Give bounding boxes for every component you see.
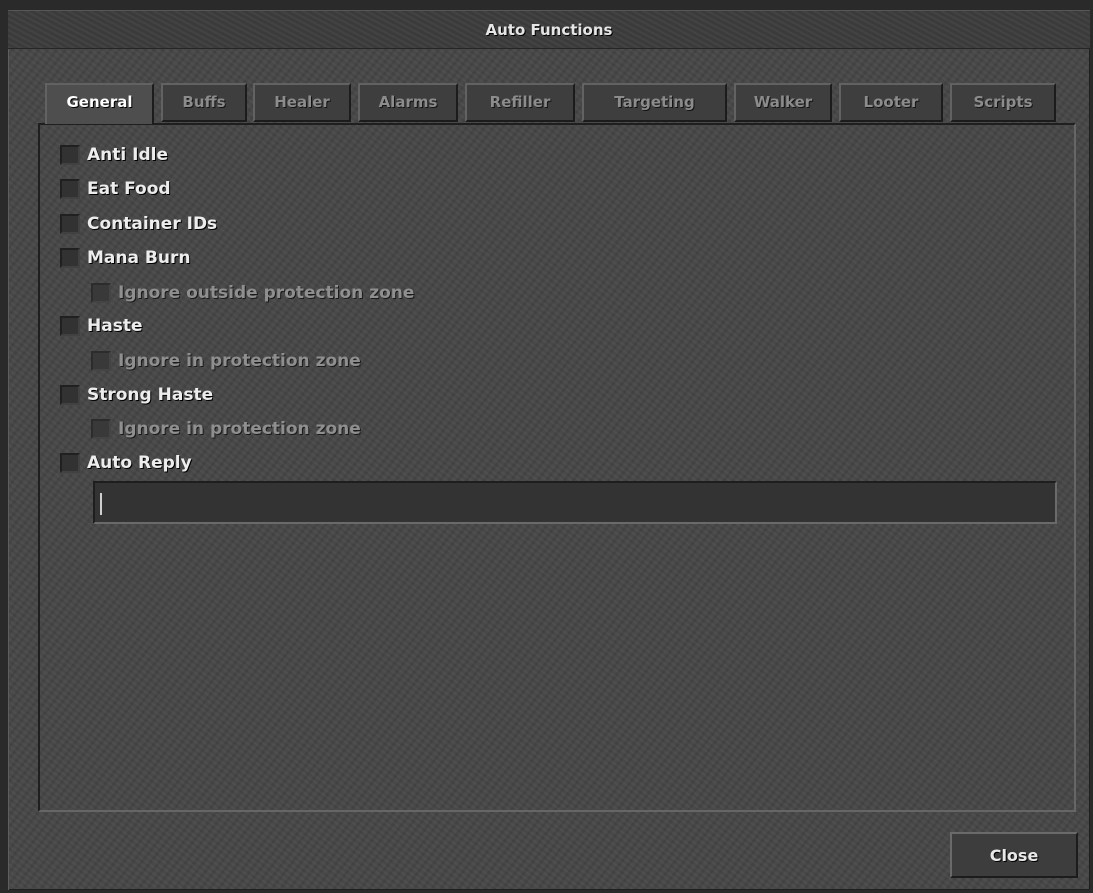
anti-idle-option[interactable]: Anti Idle — [60, 145, 168, 165]
tab-targeting[interactable]: Targeting — [582, 83, 727, 122]
mana-burn-ignore-checkbox[interactable] — [91, 283, 111, 303]
tab-general[interactable]: General — [45, 83, 154, 124]
eat-food-checkbox[interactable] — [60, 179, 80, 199]
mana-burn-option[interactable]: Mana Burn — [60, 248, 190, 268]
eat-food-option[interactable]: Eat Food — [60, 179, 171, 199]
mana-burn-ignore-option[interactable]: Ignore outside protection zone — [91, 283, 414, 303]
strong-haste-label: Strong Haste — [87, 385, 214, 405]
auto-reply-label: Auto Reply — [87, 453, 192, 473]
strong-haste-ignore-checkbox[interactable] — [91, 419, 111, 439]
close-button[interactable]: Close — [950, 832, 1078, 878]
haste-checkbox[interactable] — [60, 316, 80, 336]
haste-ignore-checkbox[interactable] — [91, 351, 111, 371]
tab-healer[interactable]: Healer — [253, 83, 351, 122]
auto-reply-option[interactable]: Auto Reply — [60, 453, 192, 473]
container-ids-label: Container IDs — [87, 214, 218, 234]
anti-idle-checkbox[interactable] — [60, 145, 80, 165]
title-bar[interactable]: Auto Functions — [8, 10, 1090, 49]
auto-functions-window: Auto Functions General Buffs Healer Alar… — [8, 10, 1090, 890]
strong-haste-option[interactable]: Strong Haste — [60, 385, 213, 405]
tab-scripts[interactable]: Scripts — [950, 83, 1056, 122]
tab-buffs[interactable]: Buffs — [161, 83, 247, 122]
mana-burn-checkbox[interactable] — [60, 248, 80, 268]
strong-haste-checkbox[interactable] — [60, 385, 80, 405]
strong-haste-ignore-label: Ignore in protection zone — [118, 419, 361, 439]
haste-label: Haste — [87, 316, 143, 336]
tab-refiller[interactable]: Refiller — [465, 83, 575, 122]
haste-ignore-label: Ignore in protection zone — [118, 351, 361, 371]
auto-reply-checkbox[interactable] — [60, 453, 80, 473]
text-caret — [100, 493, 102, 515]
mana-burn-label: Mana Burn — [87, 248, 191, 268]
strong-haste-ignore-option[interactable]: Ignore in protection zone — [91, 419, 361, 439]
container-ids-option[interactable]: Container IDs — [60, 214, 217, 234]
auto-reply-text-input[interactable] — [93, 481, 1057, 524]
eat-food-label: Eat Food — [87, 179, 171, 199]
mana-burn-ignore-label: Ignore outside protection zone — [118, 283, 415, 303]
anti-idle-label: Anti Idle — [87, 145, 168, 165]
haste-option[interactable]: Haste — [60, 316, 142, 336]
tab-looter[interactable]: Looter — [839, 83, 943, 122]
window-title: Auto Functions — [485, 21, 613, 39]
tab-alarms[interactable]: Alarms — [358, 83, 458, 122]
haste-ignore-option[interactable]: Ignore in protection zone — [91, 351, 361, 371]
tab-walker[interactable]: Walker — [734, 83, 832, 122]
container-ids-checkbox[interactable] — [60, 214, 80, 234]
